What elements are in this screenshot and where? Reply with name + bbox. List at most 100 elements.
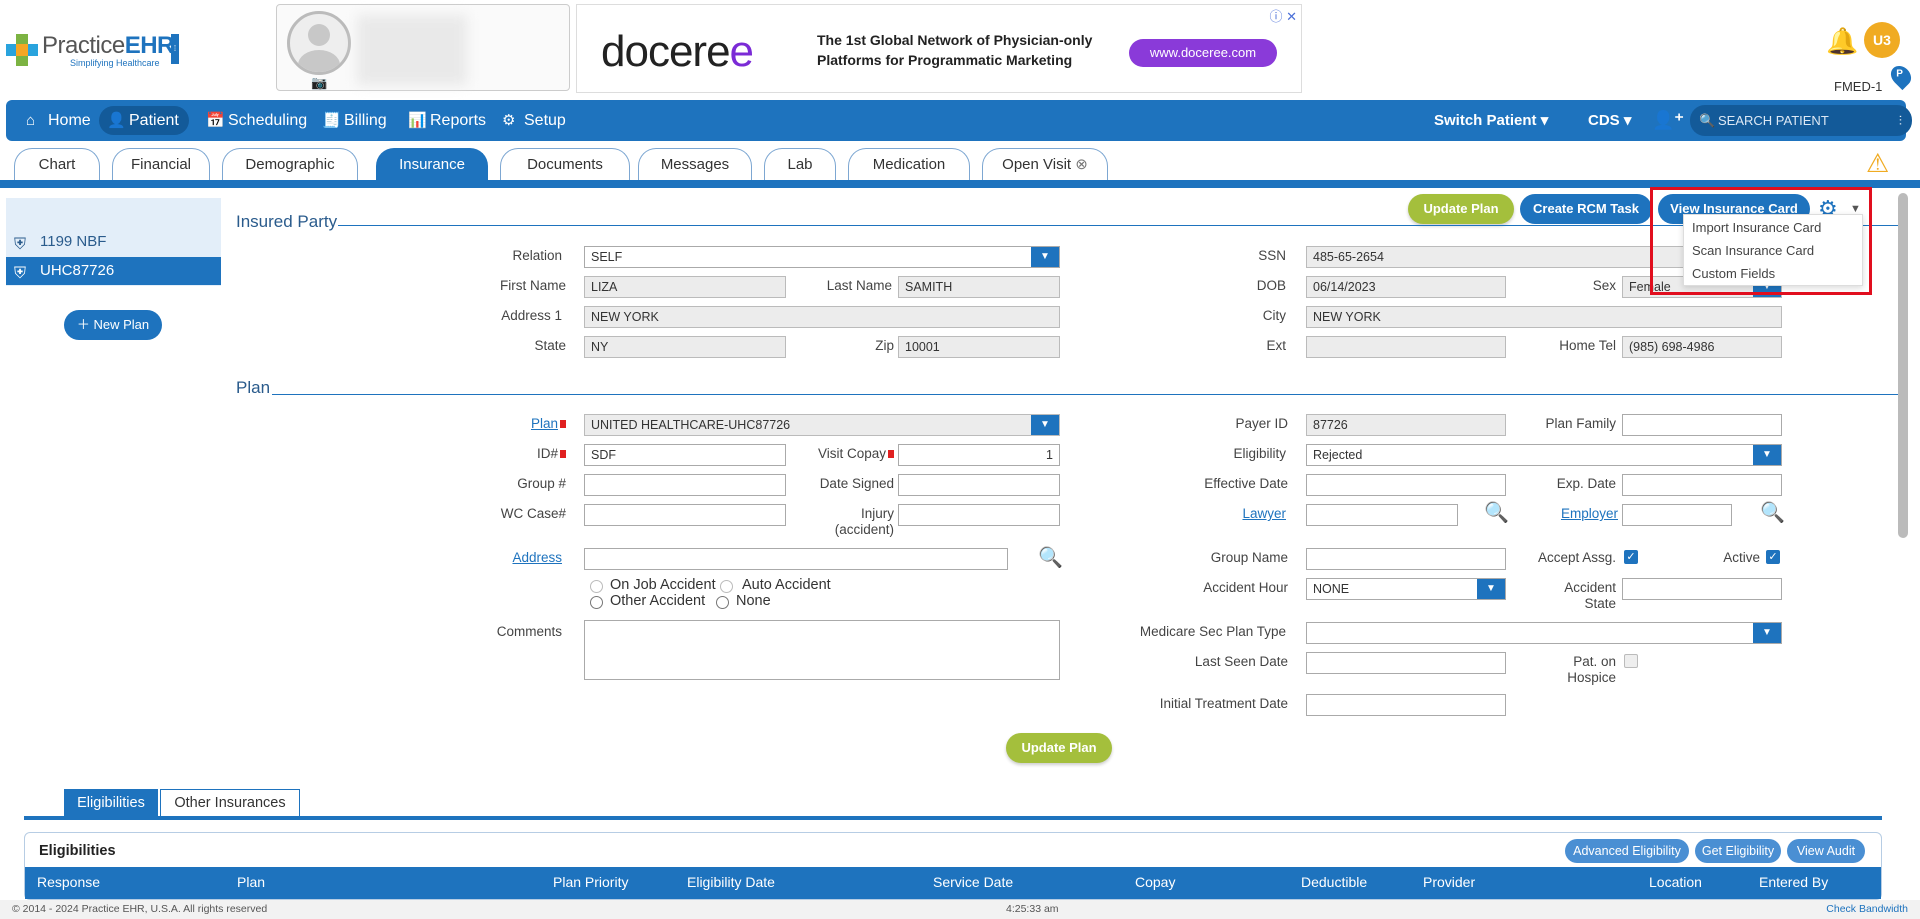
check-bandwidth-link[interactable]: Check Bandwidth [1826, 900, 1908, 919]
lawyer-field[interactable] [1306, 504, 1458, 526]
dob-field[interactable]: 06/14/2023 [1306, 276, 1506, 298]
group-field[interactable] [584, 474, 786, 496]
vertical-scrollbar[interactable] [1898, 193, 1908, 538]
advanced-eligibility-button[interactable]: Advanced Eligibility [1565, 839, 1689, 863]
user-avatar[interactable]: U3 [1864, 22, 1900, 58]
date-signed-field[interactable] [898, 474, 1060, 496]
sex-label: Sex [1592, 278, 1616, 293]
switch-patient-dropdown[interactable]: Switch Patient ▾ [1434, 106, 1548, 135]
col-plan-priority[interactable]: Plan Priority [553, 867, 628, 897]
col-location[interactable]: Location [1649, 867, 1702, 897]
exp-date-field[interactable] [1622, 474, 1782, 496]
comments-textarea[interactable] [584, 620, 1060, 680]
col-service-date[interactable]: Service Date [933, 867, 1013, 897]
id-field[interactable]: SDF [584, 444, 786, 466]
radio-none[interactable] [716, 596, 729, 609]
update-plan-button[interactable]: Update Plan [1006, 733, 1112, 763]
search-icon[interactable]: 🔍 [1484, 500, 1509, 525]
col-plan[interactable]: Plan [237, 867, 265, 897]
nav-scheduling[interactable]: 📅 Scheduling [198, 106, 317, 135]
tab-lab[interactable]: Lab [764, 148, 836, 182]
eligibility-select[interactable]: Rejected ▼ [1306, 444, 1782, 466]
visit-copay-field[interactable]: 1 [898, 444, 1060, 466]
nav-reports[interactable]: 📊 Reports [400, 106, 496, 135]
search-patient-input[interactable]: 🔍 SEARCH PATIENT ⫶ [1690, 105, 1912, 136]
employer-label[interactable]: Employer [1540, 506, 1618, 521]
active-checkbox[interactable]: ✓ [1766, 550, 1780, 564]
hospice-checkbox[interactable] [1624, 654, 1638, 668]
accident-hour-select[interactable]: NONE ▼ [1306, 578, 1506, 600]
col-copay[interactable]: Copay [1135, 867, 1175, 897]
update-plan-top-button[interactable]: Update Plan [1408, 194, 1514, 224]
accident-state-field[interactable] [1622, 578, 1782, 600]
nav-billing[interactable]: 🧾 Billing [314, 106, 397, 135]
address1-field[interactable]: NEW YORK [584, 306, 1060, 328]
ext-field[interactable] [1306, 336, 1506, 358]
lawyer-label[interactable]: Lawyer [1200, 506, 1286, 521]
col-eligibility-date[interactable]: Eligibility Date [687, 867, 775, 897]
practice-ehr-logo[interactable]: PracticeEHR Simplifying Healthcare ⁞ [4, 30, 180, 70]
last-name-field[interactable]: SAMITH [898, 276, 1060, 298]
tab-demographic[interactable]: Demographic [222, 148, 358, 182]
cds-dropdown[interactable]: CDS ▾ [1588, 106, 1631, 135]
plan-list-item-selected[interactable]: ⛨ UHC87726 [6, 257, 221, 285]
accept-assg-checkbox[interactable]: ✓ [1624, 550, 1638, 564]
plan-select[interactable]: UNITED HEALTHCARE-UHC87726 ▼ [584, 414, 1060, 436]
nav-setup[interactable]: ⚙ Setup [494, 106, 576, 135]
last-seen-field[interactable] [1306, 652, 1506, 674]
warning-icon[interactable]: ⚠ [1866, 148, 1889, 179]
create-rcm-task-button[interactable]: Create RCM Task [1520, 194, 1652, 224]
get-eligibility-button[interactable]: Get Eligibility [1695, 839, 1781, 863]
relation-select[interactable]: SELF ▼ [584, 246, 1060, 268]
tab-insurance[interactable]: Insurance [376, 148, 488, 182]
add-user-icon[interactable]: 👤⁺ [1652, 106, 1684, 135]
ad-banner[interactable]: doceree The 1st Global Network of Physic… [576, 4, 1302, 93]
tab-financial[interactable]: Financial [112, 148, 210, 182]
nav-patient[interactable]: 👤 Patient [99, 106, 189, 135]
tab-other-insurances[interactable]: Other Insurances [160, 789, 300, 817]
radio-other-accident[interactable] [590, 596, 603, 609]
new-plan-button[interactable]: ＋ New Plan [64, 310, 162, 340]
plan-list-item[interactable]: ⛨ 1199 NBF [6, 228, 221, 256]
filter-icon[interactable]: ⫶ [1899, 105, 1902, 136]
payer-id-field[interactable]: 87726 [1306, 414, 1506, 436]
col-provider[interactable]: Provider [1423, 867, 1475, 897]
plan-family-field[interactable] [1622, 414, 1782, 436]
wc-case-field[interactable] [584, 504, 786, 526]
nav-home[interactable]: ⌂ Home [18, 106, 101, 135]
tab-eligibilities[interactable]: Eligibilities [64, 789, 158, 817]
location-pin-icon[interactable]: P [1886, 61, 1916, 91]
bell-icon[interactable]: 🔔 [1826, 26, 1858, 57]
relation-label: Relation [512, 248, 562, 263]
col-response[interactable]: Response [37, 867, 100, 897]
close-circle-icon[interactable]: ⊗ [1075, 156, 1088, 173]
home-tel-field[interactable]: (985) 698-4986 [1622, 336, 1782, 358]
group-name-field[interactable] [1306, 548, 1506, 570]
radio-auto-accident[interactable] [720, 580, 733, 593]
employer-field[interactable] [1622, 504, 1732, 526]
state-field[interactable]: NY [584, 336, 786, 358]
address-label[interactable]: Address [470, 550, 562, 565]
first-name-field[interactable]: LIZA [584, 276, 786, 298]
ad-cta-button[interactable]: www.doceree.com [1129, 39, 1277, 67]
injury-field[interactable] [898, 504, 1060, 526]
medicare-select[interactable]: ▼ [1306, 622, 1782, 644]
ad-close-icon[interactable]: ⓘ ✕ [1269, 6, 1297, 25]
city-field[interactable]: NEW YORK [1306, 306, 1782, 328]
camera-icon[interactable]: 📷 [311, 75, 327, 91]
search-icon[interactable]: 🔍 [1038, 545, 1063, 570]
initial-treatment-field[interactable] [1306, 694, 1506, 716]
radio-on-job-accident[interactable] [590, 580, 603, 593]
search-icon[interactable]: 🔍 [1760, 500, 1785, 525]
tab-medication[interactable]: Medication [848, 148, 970, 182]
tab-documents[interactable]: Documents [500, 148, 630, 182]
tab-chart[interactable]: Chart [14, 148, 100, 182]
tab-open-visit[interactable]: Open Visit ⊗ [982, 148, 1108, 182]
col-deductible[interactable]: Deductible [1301, 867, 1367, 897]
effective-date-field[interactable] [1306, 474, 1506, 496]
address-field[interactable] [584, 548, 1008, 570]
zip-field[interactable]: 10001 [898, 336, 1060, 358]
col-entered-by[interactable]: Entered By [1759, 867, 1828, 897]
tab-messages[interactable]: Messages [638, 148, 752, 182]
view-audit-button[interactable]: View Audit [1787, 839, 1865, 863]
